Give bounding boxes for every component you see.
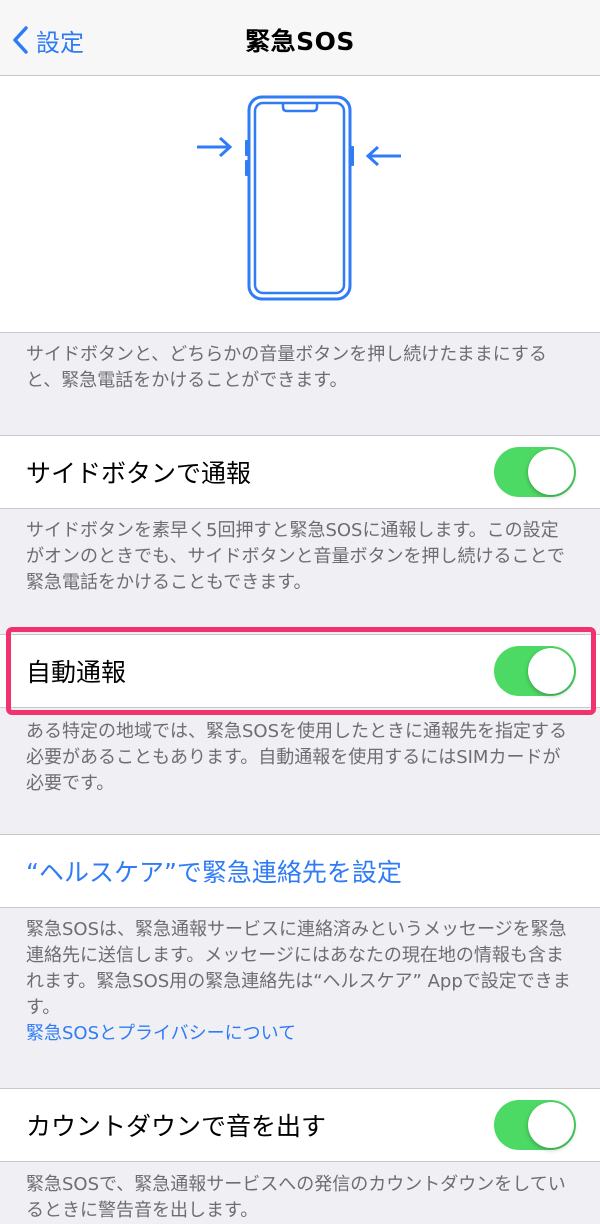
- phone-side-buttons-illustration: [197, 95, 401, 301]
- auto-call-row: 自動通報: [0, 634, 600, 708]
- toggle-knob: [528, 449, 574, 495]
- illustration-description: サイドボタンと、どちらかの音量ボタンを押し続けたままにすると、緊急電話をかけるこ…: [26, 344, 547, 391]
- countdown-sound-toggle[interactable]: [494, 1100, 576, 1150]
- countdown-sound-label: カウントダウンで音を出す: [26, 1112, 327, 1141]
- side-button-call-label: サイドボタンで通報: [26, 459, 252, 488]
- auto-call-toggle[interactable]: [494, 646, 576, 696]
- side-button-call-footer: サイドボタンを素早く5回押すと緊急SOSに通報します。この設定がオンのときでも、…: [26, 520, 565, 593]
- toggle-knob: [528, 648, 574, 694]
- health-contacts-footer-text: 緊急SOSは、緊急通報サービスに連絡済みというメッセージを緊急連絡先に送信します…: [26, 919, 571, 1018]
- navigation-bar: 設定 緊急SOS: [0, 0, 600, 76]
- side-button-call-toggle[interactable]: [494, 447, 576, 497]
- toggle-knob: [528, 1102, 574, 1148]
- auto-call-footer: ある特定の地域では、緊急SOSを使用したときに通報先を指定する必要があることもあ…: [26, 721, 568, 794]
- side-button-call-row: サイドボタンで通報: [0, 435, 600, 509]
- auto-call-label: 自動通報: [26, 658, 127, 687]
- countdown-sound-footer: 緊急SOSで、緊急通報サービスへの発信のカウントダウンをしているときに警告音を出…: [26, 1174, 566, 1221]
- health-contacts-row[interactable]: “ヘルスケア”で緊急連絡先を設定: [0, 834, 600, 908]
- sos-illustration: [0, 76, 600, 333]
- privacy-link[interactable]: 緊急SOSとプライバシーについて: [26, 1021, 576, 1047]
- health-contacts-link[interactable]: “ヘルスケア”で緊急連絡先を設定: [26, 835, 402, 907]
- countdown-sound-row: カウントダウンで音を出す: [0, 1088, 600, 1162]
- page-title: 緊急SOS: [245, 27, 355, 56]
- health-contacts-footer: 緊急SOSは、緊急通報サービスに連絡済みというメッセージを緊急連絡先に送信します…: [26, 917, 576, 1047]
